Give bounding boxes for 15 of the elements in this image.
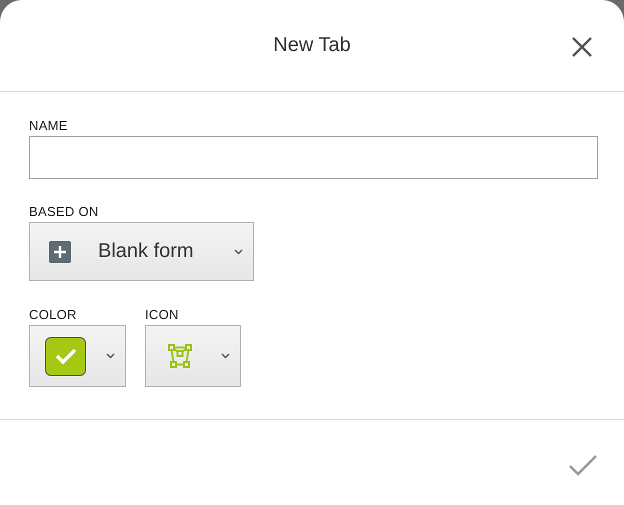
- based-on-dropdown[interactable]: Blank form: [29, 222, 254, 281]
- caret-icon: [106, 353, 115, 359]
- plus-icon: [49, 240, 71, 262]
- dialog-title: New Tab: [273, 34, 351, 57]
- close-button[interactable]: [570, 35, 594, 59]
- caret-icon: [234, 248, 243, 254]
- field-label: COLOR: [29, 307, 78, 322]
- node-graph-icon: [167, 343, 193, 369]
- field-label: BASED ON: [29, 204, 100, 219]
- color-dropdown[interactable]: [29, 325, 126, 387]
- name-field[interactable]: [29, 136, 598, 179]
- caret-icon: [221, 353, 230, 359]
- icon-dropdown[interactable]: [145, 325, 241, 387]
- field-label: NAME: [29, 118, 69, 133]
- field-label: ICON: [145, 307, 180, 322]
